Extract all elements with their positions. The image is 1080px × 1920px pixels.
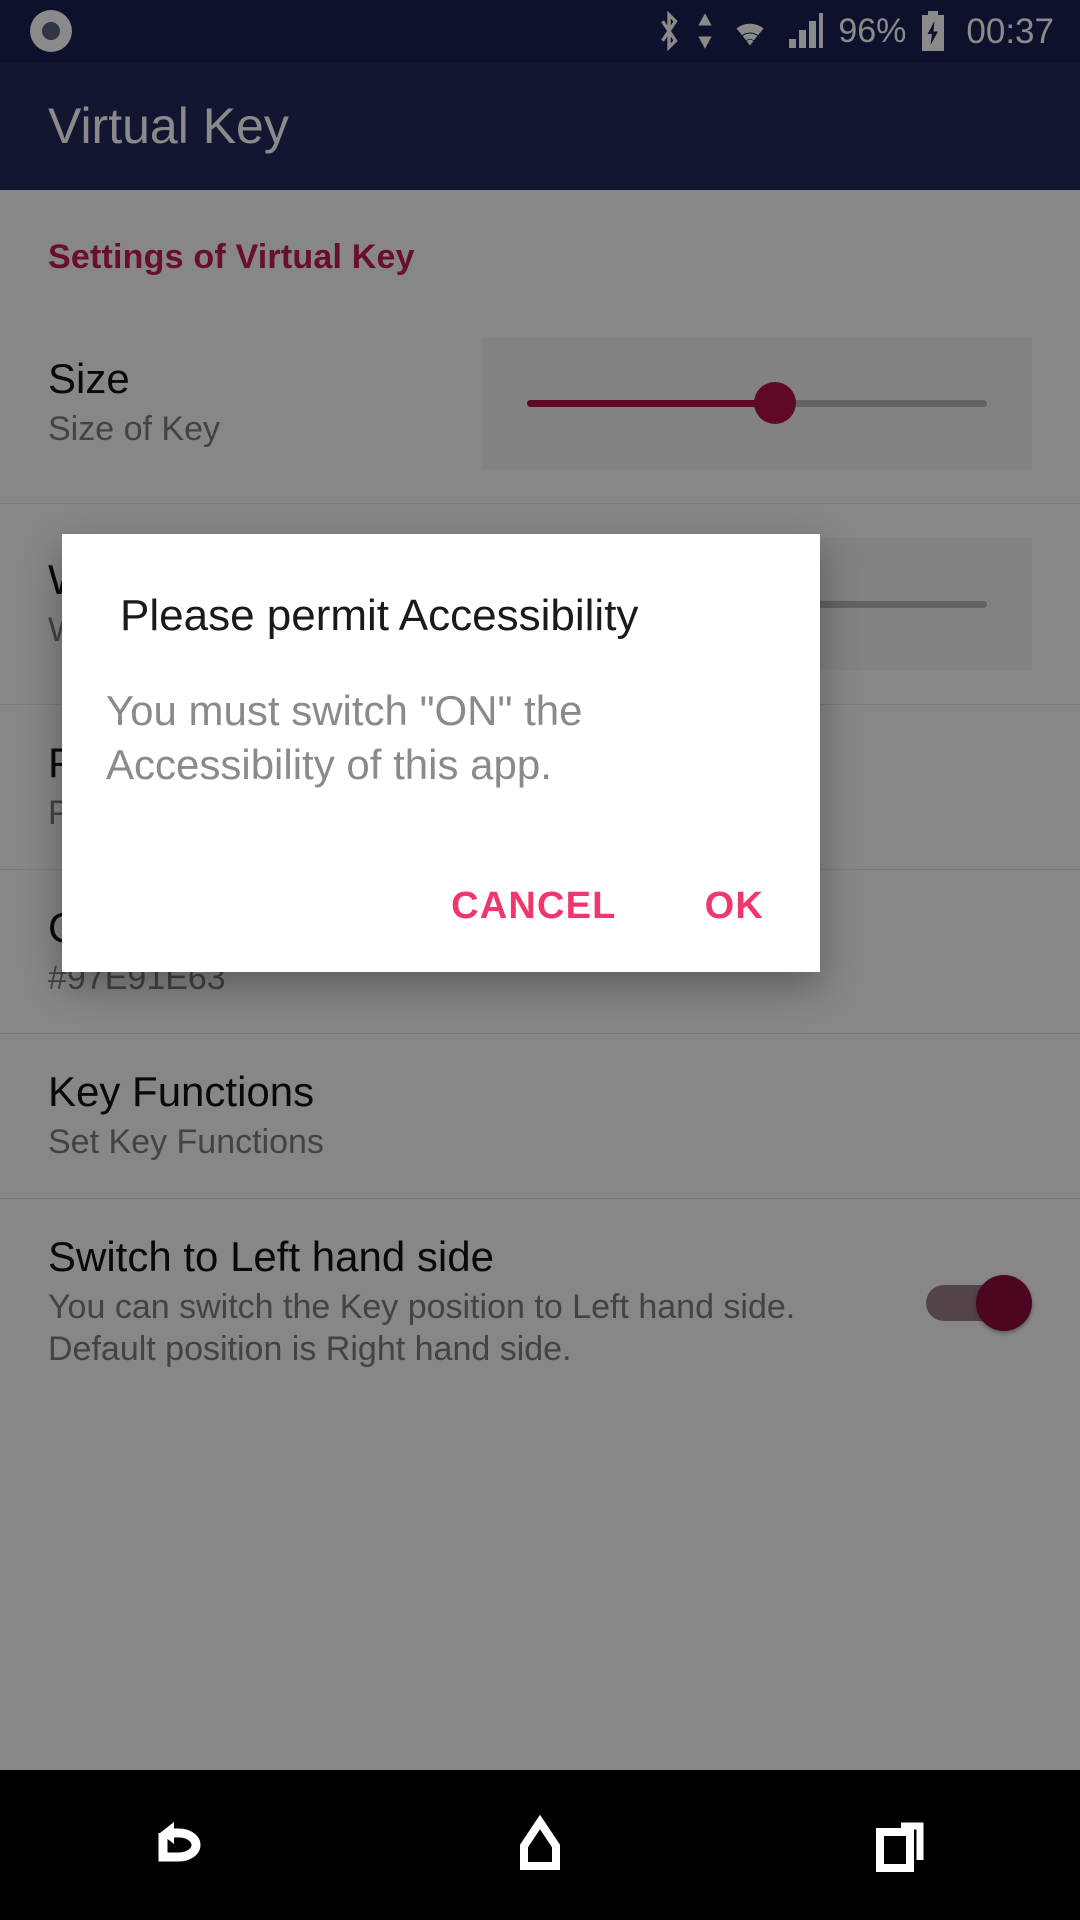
home-icon[interactable] — [440, 1770, 640, 1920]
cancel-button[interactable]: CANCEL — [429, 871, 639, 942]
dialog-actions: CANCEL OK — [62, 871, 820, 972]
back-icon[interactable] — [80, 1770, 280, 1920]
accessibility-permission-dialog: Please permit Accessibility You must swi… — [62, 534, 820, 972]
ok-button[interactable]: OK — [683, 871, 786, 942]
dialog-title: Please permit Accessibility — [120, 591, 639, 640]
dialog-message: You must switch "ON" the Accessibility o… — [106, 687, 583, 789]
recents-icon[interactable] — [800, 1770, 1000, 1920]
system-navigation-bar — [0, 1770, 1080, 1920]
phone-screen: 96% 00:37 Virtual Key Settings of Virtua… — [0, 0, 1080, 1920]
